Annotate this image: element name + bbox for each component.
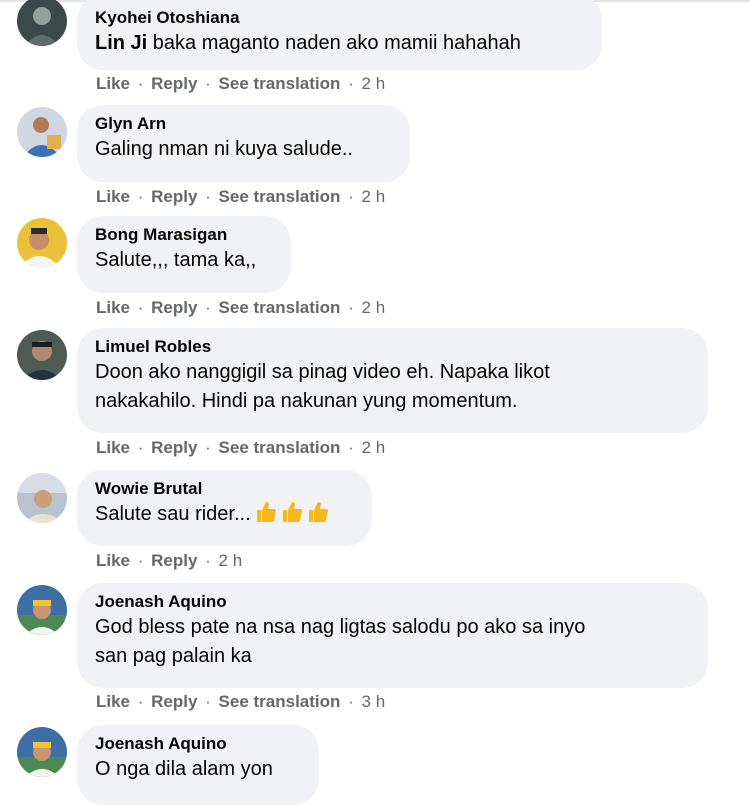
comment-text-line: God bless pate na nsa nag ligtas salodu … xyxy=(95,616,586,638)
action-separator: · xyxy=(200,74,216,93)
action-separator: · xyxy=(133,438,149,457)
comment-actions: Like · Reply · See translation · 2 h xyxy=(96,438,385,458)
comment-actions: Like · Reply · 2 h xyxy=(96,551,242,571)
comment-actions: Like · Reply · See translation · 3 h xyxy=(96,692,385,712)
comment-text: God bless pate na nsa nag ligtas salodu … xyxy=(95,613,690,671)
action-separator: · xyxy=(343,74,359,93)
comment-timestamp[interactable]: 2 h xyxy=(362,298,386,317)
comment-author[interactable]: Limuel Robles xyxy=(95,336,690,358)
like-button[interactable]: Like xyxy=(96,74,130,93)
comment-actions: Like · Reply · See translation · 2 h xyxy=(96,74,385,94)
comment-text: Doon ako nanggigil sa pinag video eh. Na… xyxy=(95,358,690,416)
comment-actions: Like · Reply · See translation · 2 h xyxy=(96,298,385,318)
avatar[interactable] xyxy=(17,585,67,635)
thumbs-up-icon xyxy=(279,501,303,532)
user-avatar-icon xyxy=(17,218,67,268)
mention-link[interactable]: Lin Ji xyxy=(95,32,147,54)
comment-text-line: Doon ako nanggigil sa pinag video eh. Na… xyxy=(95,361,550,383)
action-separator: · xyxy=(200,187,216,206)
see-translation-button[interactable]: See translation xyxy=(219,438,341,457)
avatar[interactable] xyxy=(17,0,67,46)
action-separator: · xyxy=(200,692,216,711)
see-translation-button[interactable]: See translation xyxy=(219,187,341,206)
reply-button[interactable]: Reply xyxy=(151,74,197,93)
like-button[interactable]: Like xyxy=(96,298,130,317)
see-translation-button[interactable]: See translation xyxy=(219,298,341,317)
like-button[interactable]: Like xyxy=(96,692,130,711)
user-avatar-icon xyxy=(17,585,67,635)
user-avatar-icon xyxy=(17,473,67,523)
thumbs-up-icon xyxy=(305,501,329,532)
comment-bubble: Joenash Aquino O nga dila alam yon xyxy=(77,725,319,805)
comment-bubble: Kyohei Otoshiana Lin Ji baka maganto nad… xyxy=(77,0,602,70)
action-separator: · xyxy=(200,551,216,570)
action-separator: · xyxy=(133,692,149,711)
comment-author[interactable]: Joenash Aquino xyxy=(95,733,301,755)
comment-text: O nga dila alam yon xyxy=(95,758,273,780)
like-button[interactable]: Like xyxy=(96,551,130,570)
comment-timestamp[interactable]: 2 h xyxy=(362,438,386,457)
comment-bubble: Glyn Arn Galing nman ni kuya salude.. xyxy=(77,105,410,182)
comment-timestamp[interactable]: 2 h xyxy=(362,187,386,206)
comment-text: Lin Ji baka maganto naden ako mamii haha… xyxy=(95,29,584,58)
avatar[interactable] xyxy=(17,727,67,777)
comment-text: Salute,,, tama ka,, xyxy=(95,249,257,271)
action-separator: · xyxy=(200,298,216,317)
see-translation-button[interactable]: See translation xyxy=(219,692,341,711)
reply-button[interactable]: Reply xyxy=(151,692,197,711)
comment-timestamp[interactable]: 3 h xyxy=(362,692,386,711)
avatar[interactable] xyxy=(17,473,67,523)
comment-author[interactable]: Kyohei Otoshiana xyxy=(95,7,584,29)
action-separator: · xyxy=(133,74,149,93)
comment-text-line: nakakahilo. Hindi pa nakunan yung moment… xyxy=(95,390,518,412)
reply-button[interactable]: Reply xyxy=(151,438,197,457)
user-avatar-icon xyxy=(17,330,67,380)
action-separator: · xyxy=(133,187,149,206)
comment-author[interactable]: Glyn Arn xyxy=(95,113,392,135)
comment-text-body: baka maganto naden ako mamii hahahah xyxy=(152,32,521,54)
action-separator: · xyxy=(343,692,359,711)
avatar[interactable] xyxy=(17,107,67,157)
user-avatar-icon xyxy=(17,0,67,46)
avatar[interactable] xyxy=(17,330,67,380)
action-separator: · xyxy=(343,438,359,457)
comment-bubble: Limuel Robles Doon ako nanggigil sa pina… xyxy=(77,328,708,433)
comment-text-line: san pag palain ka xyxy=(95,645,252,667)
reply-button[interactable]: Reply xyxy=(151,551,197,570)
comment-author[interactable]: Bong Marasigan xyxy=(95,224,273,246)
comment-text: Galing nman ni kuya salude.. xyxy=(95,138,353,160)
comment-author[interactable]: Wowie Brutal xyxy=(95,478,354,500)
action-separator: · xyxy=(133,551,149,570)
like-button[interactable]: Like xyxy=(96,187,130,206)
action-separator: · xyxy=(343,298,359,317)
comment-text: Salute sau rider... xyxy=(95,500,354,532)
comment-bubble: Bong Marasigan Salute,,, tama ka,, xyxy=(77,216,291,293)
user-avatar-icon xyxy=(17,727,67,777)
comment-timestamp[interactable]: 2 h xyxy=(219,551,243,570)
comment-text-body: Salute sau rider... xyxy=(95,503,251,525)
comment-bubble: Joenash Aquino God bless pate na nsa nag… xyxy=(77,583,708,688)
comment-actions: Like · Reply · See translation · 2 h xyxy=(96,187,385,207)
comment-bubble: Wowie Brutal Salute sau rider... xyxy=(77,470,372,546)
user-avatar-icon xyxy=(17,107,67,157)
avatar[interactable] xyxy=(17,218,67,268)
comment-author[interactable]: Joenash Aquino xyxy=(95,591,690,613)
see-translation-button[interactable]: See translation xyxy=(219,74,341,93)
reply-button[interactable]: Reply xyxy=(151,298,197,317)
action-separator: · xyxy=(200,438,216,457)
action-separator: · xyxy=(133,298,149,317)
like-button[interactable]: Like xyxy=(96,438,130,457)
reply-button[interactable]: Reply xyxy=(151,187,197,206)
comment-timestamp[interactable]: 2 h xyxy=(362,74,386,93)
action-separator: · xyxy=(343,187,359,206)
thumbs-up-icon xyxy=(253,501,277,532)
